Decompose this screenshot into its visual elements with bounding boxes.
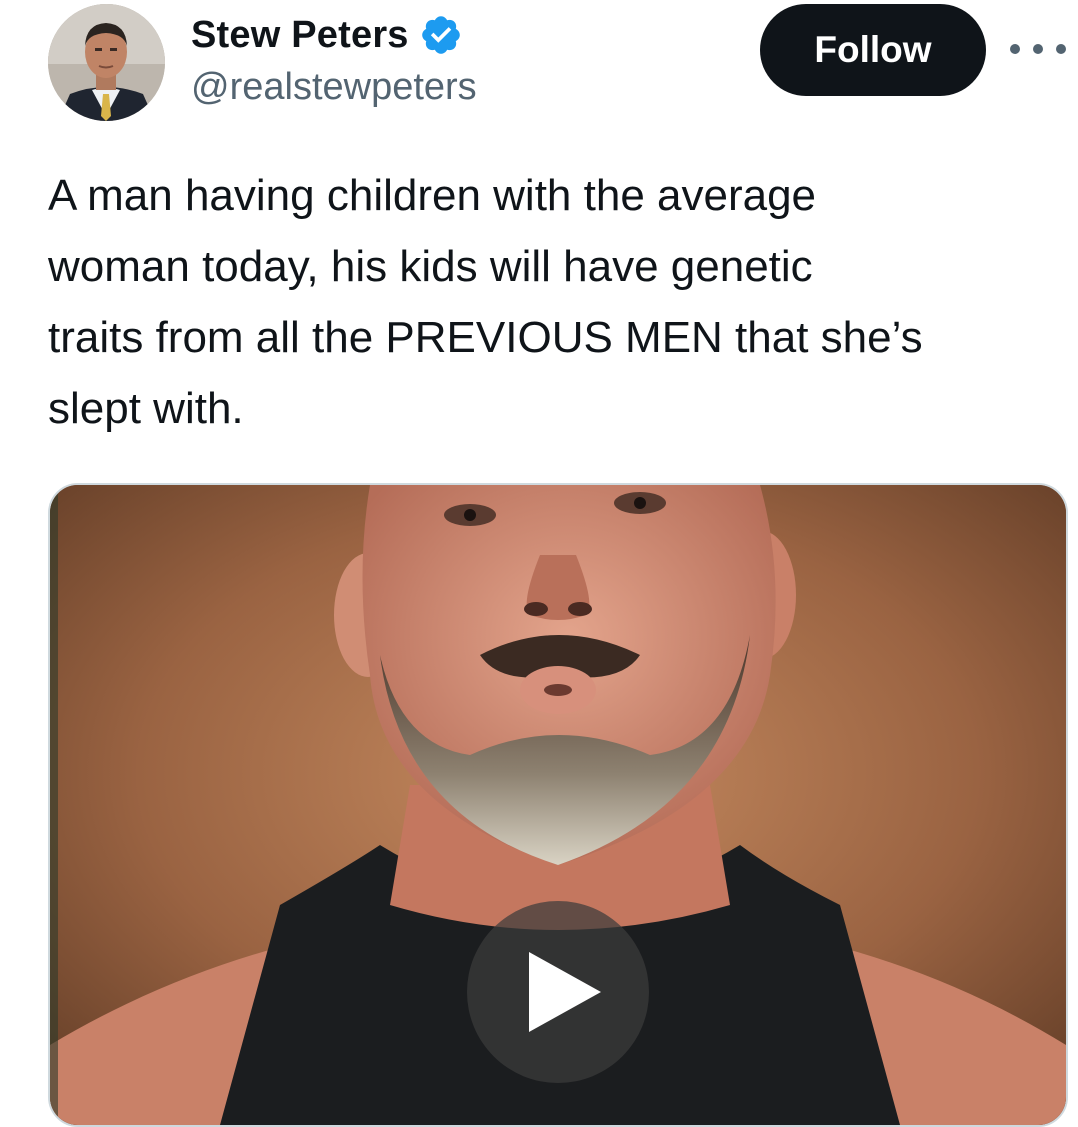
- tweet-text-line: slept with.: [48, 384, 244, 433]
- verified-badge-icon: [421, 16, 460, 54]
- avatar-image: [48, 4, 165, 121]
- more-horizontal-icon: [1010, 44, 1020, 54]
- tweet-text-line: traits from all the PREVIOUS MEN that sh…: [48, 313, 923, 362]
- video-media-card[interactable]: [48, 483, 1068, 1127]
- more-horizontal-icon-dot: [1033, 44, 1043, 54]
- more-horizontal-icon-dot: [1056, 44, 1066, 54]
- author-handle[interactable]: @realstewpeters: [191, 66, 477, 109]
- tweet-text: A man having children with the average w…: [48, 160, 1058, 444]
- tweet-text-line: woman today, his kids will have genetic: [48, 242, 813, 291]
- follow-button[interactable]: Follow: [760, 4, 986, 96]
- play-button[interactable]: [467, 901, 649, 1083]
- play-icon: [529, 952, 601, 1032]
- more-options-button[interactable]: [1010, 34, 1066, 64]
- avatar[interactable]: [48, 4, 165, 121]
- display-name-row[interactable]: Stew Peters: [191, 10, 463, 60]
- display-name[interactable]: Stew Peters: [191, 14, 409, 57]
- tweet-text-line: A man having children with the average: [48, 171, 817, 220]
